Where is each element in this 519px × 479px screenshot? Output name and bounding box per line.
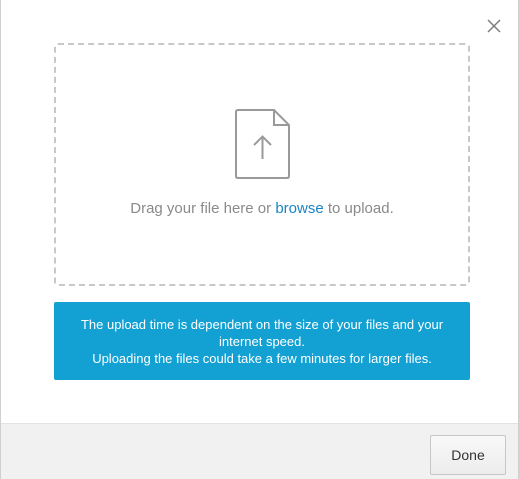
browse-link[interactable]: browse	[275, 200, 323, 217]
done-button[interactable]: Done	[430, 435, 506, 475]
dropzone-instructions: Drag your file here or browse to upload.	[56, 200, 468, 217]
dialog-footer: Done	[1, 423, 518, 479]
close-icon[interactable]	[486, 18, 502, 34]
info-line-2: Uploading the files could take a few min…	[92, 351, 432, 366]
file-dropzone[interactable]: Drag your file here or browse to upload.	[54, 43, 470, 286]
dropzone-text-after: to upload.	[323, 200, 394, 217]
info-line-1: The upload time is dependent on the size…	[80, 317, 444, 349]
file-upload-icon	[234, 107, 292, 181]
upload-info-banner: The upload time is dependent on the size…	[54, 302, 470, 380]
dropzone-text-before: Drag your file here or	[130, 200, 276, 217]
upload-dialog: Drag your file here or browse to upload.…	[0, 0, 519, 479]
